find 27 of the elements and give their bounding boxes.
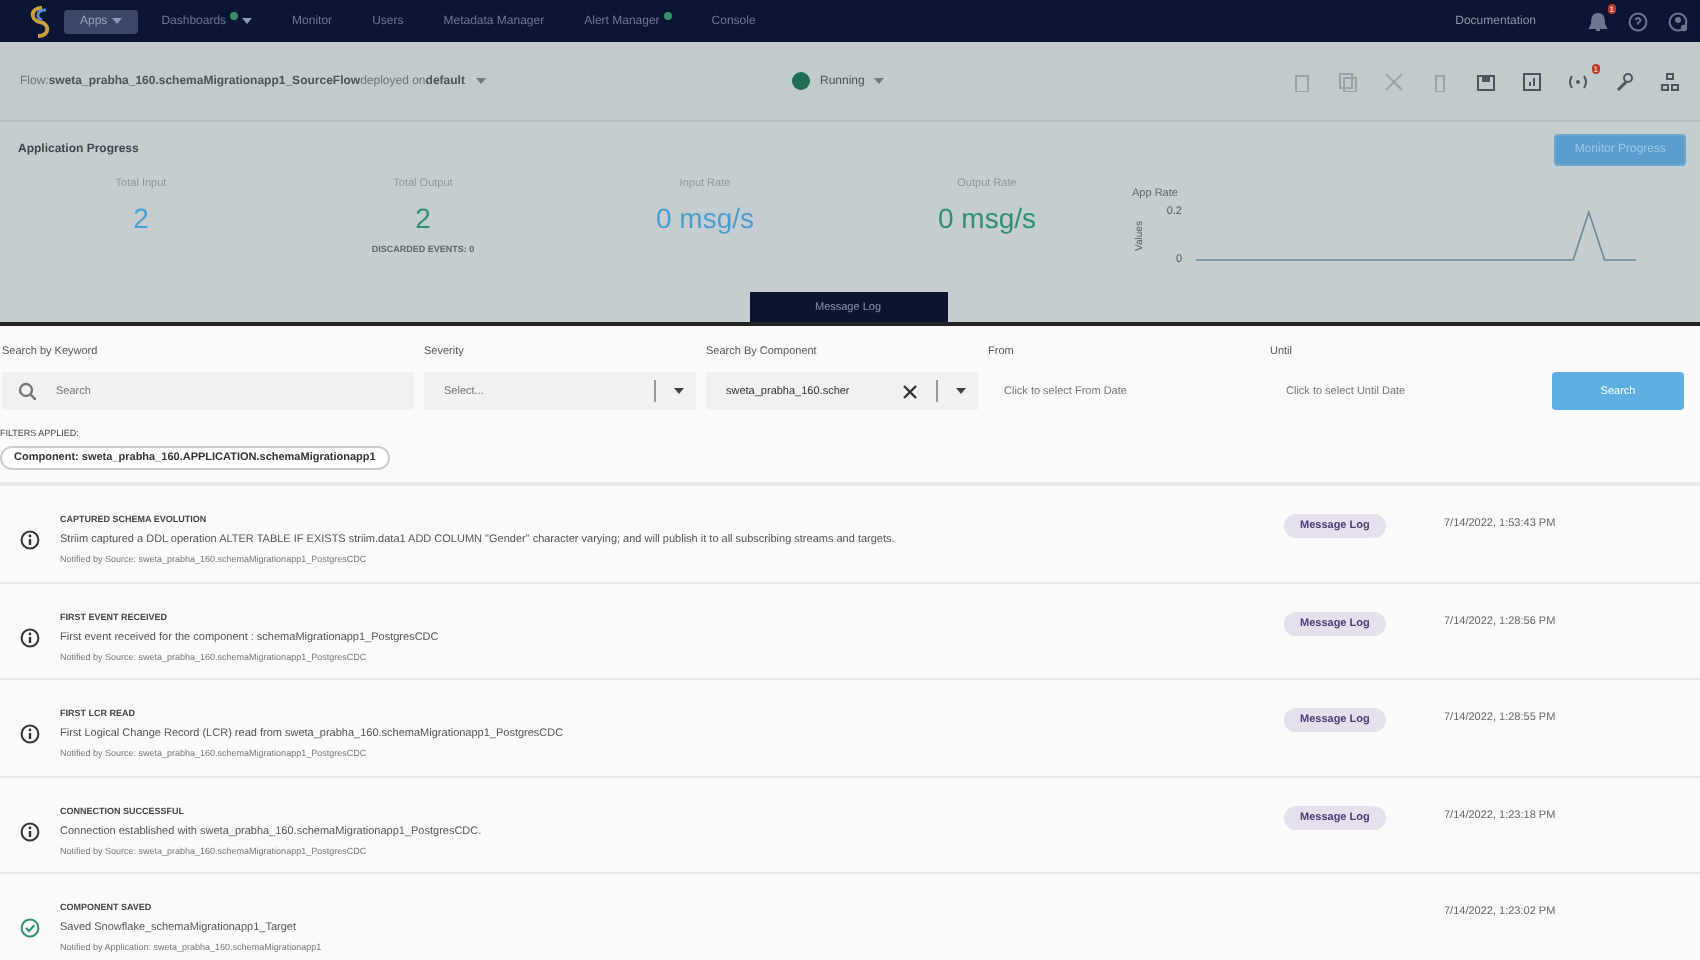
info-icon [20,530,40,550]
help-icon[interactable] [1628,11,1648,31]
caret-icon [874,78,885,84]
clear-icon[interactable] [902,383,918,399]
signal-icon[interactable] [1568,71,1588,91]
chart-icon[interactable] [1522,71,1542,91]
stat-value: 0 msg/s [937,202,1036,234]
caret-icon [956,388,966,394]
search-icon [18,382,36,400]
info-icon [20,724,40,744]
caret-icon [111,18,122,24]
info-icon [20,627,40,647]
status-indicator-icon [792,72,810,90]
stat-value: 2 [415,202,431,234]
caret-icon [242,18,253,24]
stat-value: 2 [133,202,149,234]
status-dot-icon [663,12,672,20]
hierarchy-icon[interactable] [1660,71,1680,91]
bell-icon[interactable] [1588,11,1608,31]
caret-icon [674,388,684,394]
caret-icon [476,78,487,84]
check-circle-icon [20,918,40,938]
status-dot-icon [230,12,239,20]
save-icon[interactable] [1476,71,1496,91]
user-settings-icon[interactable] [1668,11,1688,31]
info-icon [20,821,40,841]
stat-value: 0 msg/s [655,202,754,234]
